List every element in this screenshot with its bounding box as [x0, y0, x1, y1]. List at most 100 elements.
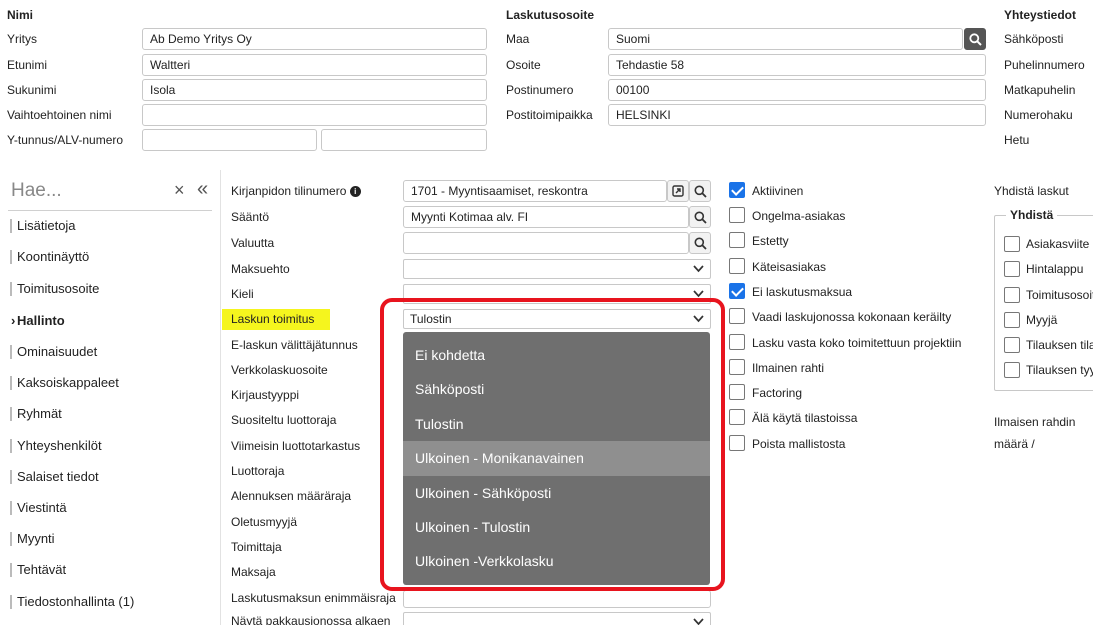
ongelma-asiakas-label: Ongelma-asiakas [752, 209, 846, 223]
sidebar-item-lisatietoja[interactable]: Lisätietoja [0, 210, 215, 241]
postinumero-label: Postinumero [506, 83, 574, 97]
poista-mallistosta-label: Poista mallistosta [752, 437, 846, 451]
vaihtoehtoinen-nimi-label: Vaihtoehtoinen nimi [7, 108, 112, 122]
lasku-projektiin-checkbox[interactable] [729, 334, 745, 350]
maa-search-button[interactable] [964, 28, 986, 50]
sukunimi-label: Sukunimi [7, 83, 57, 97]
saanto-input[interactable]: Myynti Kotimaa alv. FI [403, 206, 689, 228]
numerohaku-label: Numerohaku [1004, 108, 1073, 122]
laskutusmaksun-enimmaisraja-input[interactable] [403, 590, 711, 608]
postinumero-input[interactable]: 00100 [608, 79, 986, 101]
search-icon [694, 237, 707, 250]
nayta-pakkausjonossa-select[interactable] [403, 612, 711, 625]
saanto-search-button[interactable] [689, 206, 711, 228]
postitoimipaikka-label: Postitoimipaikka [506, 108, 593, 122]
sidebar-item-toimitusosoite[interactable]: Toimitusosoite [0, 273, 215, 304]
etunimi-input[interactable]: Waltteri [142, 54, 487, 76]
ei-laskutusmaksua-checkbox[interactable] [729, 283, 745, 299]
alennuksen-maararaja-label: Alennuksen määräraja [231, 489, 352, 503]
valuutta-search-button[interactable] [689, 232, 711, 254]
sidebar-item-yhteyshenkilot[interactable]: Yhteyshenkilöt [0, 430, 215, 461]
laskutusmaksun-enimmaisraja-label: Laskutusmaksun enimmäisraja [231, 591, 396, 605]
sidebar-item-viestinta[interactable]: Viestintä [0, 492, 215, 523]
close-icon[interactable]: × [174, 180, 185, 201]
chevron-down-icon [693, 290, 704, 298]
hintalappu-checkbox[interactable] [1004, 261, 1020, 277]
sidebar-item-koontinaytto[interactable]: Koontinäyttö [0, 241, 215, 272]
open-link-button[interactable] [667, 180, 689, 202]
tilauksen-tila-checkbox[interactable] [1004, 337, 1020, 353]
verkkolaskuosoite-label: Verkkolaskuosoite [231, 363, 328, 377]
kirjanpidon-tilinumero-input[interactable]: 1701 - Myyntisaamiset, reskontra [403, 180, 667, 202]
ilmainen-rahti-label: Ilmainen rahti [752, 361, 825, 375]
oletusmyyja-label: Oletusmyyjä [231, 515, 298, 529]
suositeltu-luottoraja-label: Suositeltu luottoraja [231, 413, 337, 427]
asiakasviite-label: Asiakasviite [1026, 237, 1090, 251]
ongelma-asiakas-checkbox[interactable] [729, 207, 745, 223]
info-icon[interactable]: i [349, 186, 361, 197]
kirjanpidon-tilinumero-label: Kirjanpidon tilinumero i [231, 184, 361, 198]
maksaja-label: Maksaja [231, 565, 276, 579]
hetu-label: Hetu [1004, 133, 1030, 147]
vaadi-keraily-label: Vaadi laskujonossa kokonaan keräilty [752, 310, 952, 324]
ilmainen-rahti-checkbox[interactable] [729, 359, 745, 375]
maksuehto-select[interactable] [403, 259, 711, 279]
toimitusosoite-checkbox[interactable] [1004, 287, 1020, 303]
sidebar-item-kaksoiskappaleet[interactable]: Kaksoiskappaleet [0, 367, 215, 398]
estetty-checkbox[interactable] [729, 232, 745, 248]
ala-kayta-tilastoissa-label: Älä käytä tilastoissa [752, 411, 858, 425]
valuutta-label: Valuutta [231, 236, 275, 250]
myyja-label: Myyjä [1026, 313, 1058, 327]
sukunimi-input[interactable]: Isola [142, 79, 487, 101]
vaadi-keraily-checkbox[interactable] [729, 308, 745, 324]
luottoraja-label: Luottoraja [231, 464, 285, 478]
myyja-checkbox[interactable] [1004, 312, 1020, 328]
maa-input[interactable]: Suomi [608, 28, 963, 50]
sidebar-item-tehtavat[interactable]: Tehtävät [0, 554, 215, 585]
hintalappu-label: Hintalappu [1026, 262, 1084, 276]
sidebar-item-hallinto[interactable]: › Hallinto [0, 305, 215, 336]
postitoimipaikka-input[interactable]: HELSINKI [608, 104, 986, 126]
search-icon [968, 32, 982, 46]
laskun-toimitus-label: Laskun toimitus [231, 312, 315, 326]
y-tunnus-input[interactable] [142, 129, 317, 151]
tilinumero-search-button[interactable] [689, 180, 711, 202]
laskutusosoite-header: Laskutusosoite [506, 8, 595, 22]
nimi-header: Nimi [7, 8, 34, 22]
alv-numero-input[interactable] [321, 129, 487, 151]
ei-laskutusmaksua-label: Ei laskutusmaksua [752, 285, 853, 299]
yhdista-laskut-label: Yhdistä laskut [994, 184, 1069, 198]
yhdista-group-title: Yhdistä [1006, 208, 1058, 222]
tilauksen-tyyppi-checkbox[interactable] [1004, 362, 1020, 378]
sidebar-item-salaiset-tiedot[interactable]: Salaiset tiedot [0, 461, 215, 492]
ala-kayta-tilastoissa-checkbox[interactable] [729, 409, 745, 425]
yritys-input[interactable]: Ab Demo Yritys Oy [142, 28, 487, 50]
chevron-down-icon [693, 265, 704, 273]
osoite-input[interactable]: Tehdastie 58 [608, 54, 986, 76]
vaihtoehtoinen-nimi-input[interactable] [142, 104, 487, 126]
kateisasiakas-checkbox[interactable] [729, 258, 745, 274]
search-icon [694, 211, 707, 224]
kateisasiakas-label: Käteisasiakas [752, 260, 827, 274]
sidebar-separator [220, 170, 221, 625]
collapse-icon[interactable]: « [197, 178, 208, 201]
annotation-highlight-box [380, 298, 725, 591]
sidebar-item-ryhmat[interactable]: Ryhmät [0, 398, 215, 429]
puhelinnumero-label: Puhelinnumero [1004, 58, 1085, 72]
sidebar-item-myynti[interactable]: Myynti [0, 523, 215, 554]
asiakasviite-checkbox[interactable] [1004, 236, 1020, 252]
sidebar-item-tiedostonhallinta[interactable]: Tiedostonhallinta (1) [0, 586, 215, 617]
kieli-label: Kieli [231, 287, 254, 301]
poista-mallistosta-checkbox[interactable] [729, 435, 745, 451]
yritys-label: Yritys [7, 32, 37, 46]
sidebar-search-input[interactable]: Hae... [11, 180, 62, 202]
lasku-projektiin-label: Lasku vasta koko toimitettuun projektiin [752, 336, 962, 350]
e-laskun-valittajatunnus-label: E-laskun välittäjätunnus [231, 338, 358, 352]
factoring-checkbox[interactable] [729, 384, 745, 400]
valuutta-input[interactable] [403, 232, 689, 254]
osoite-label: Osoite [506, 58, 541, 72]
sidebar-item-ominaisuudet[interactable]: Ominaisuudet [0, 336, 215, 367]
saanto-label: Sääntö [231, 210, 270, 224]
toimittaja-label: Toimittaja [231, 540, 282, 554]
aktiivinen-checkbox[interactable] [729, 182, 745, 198]
